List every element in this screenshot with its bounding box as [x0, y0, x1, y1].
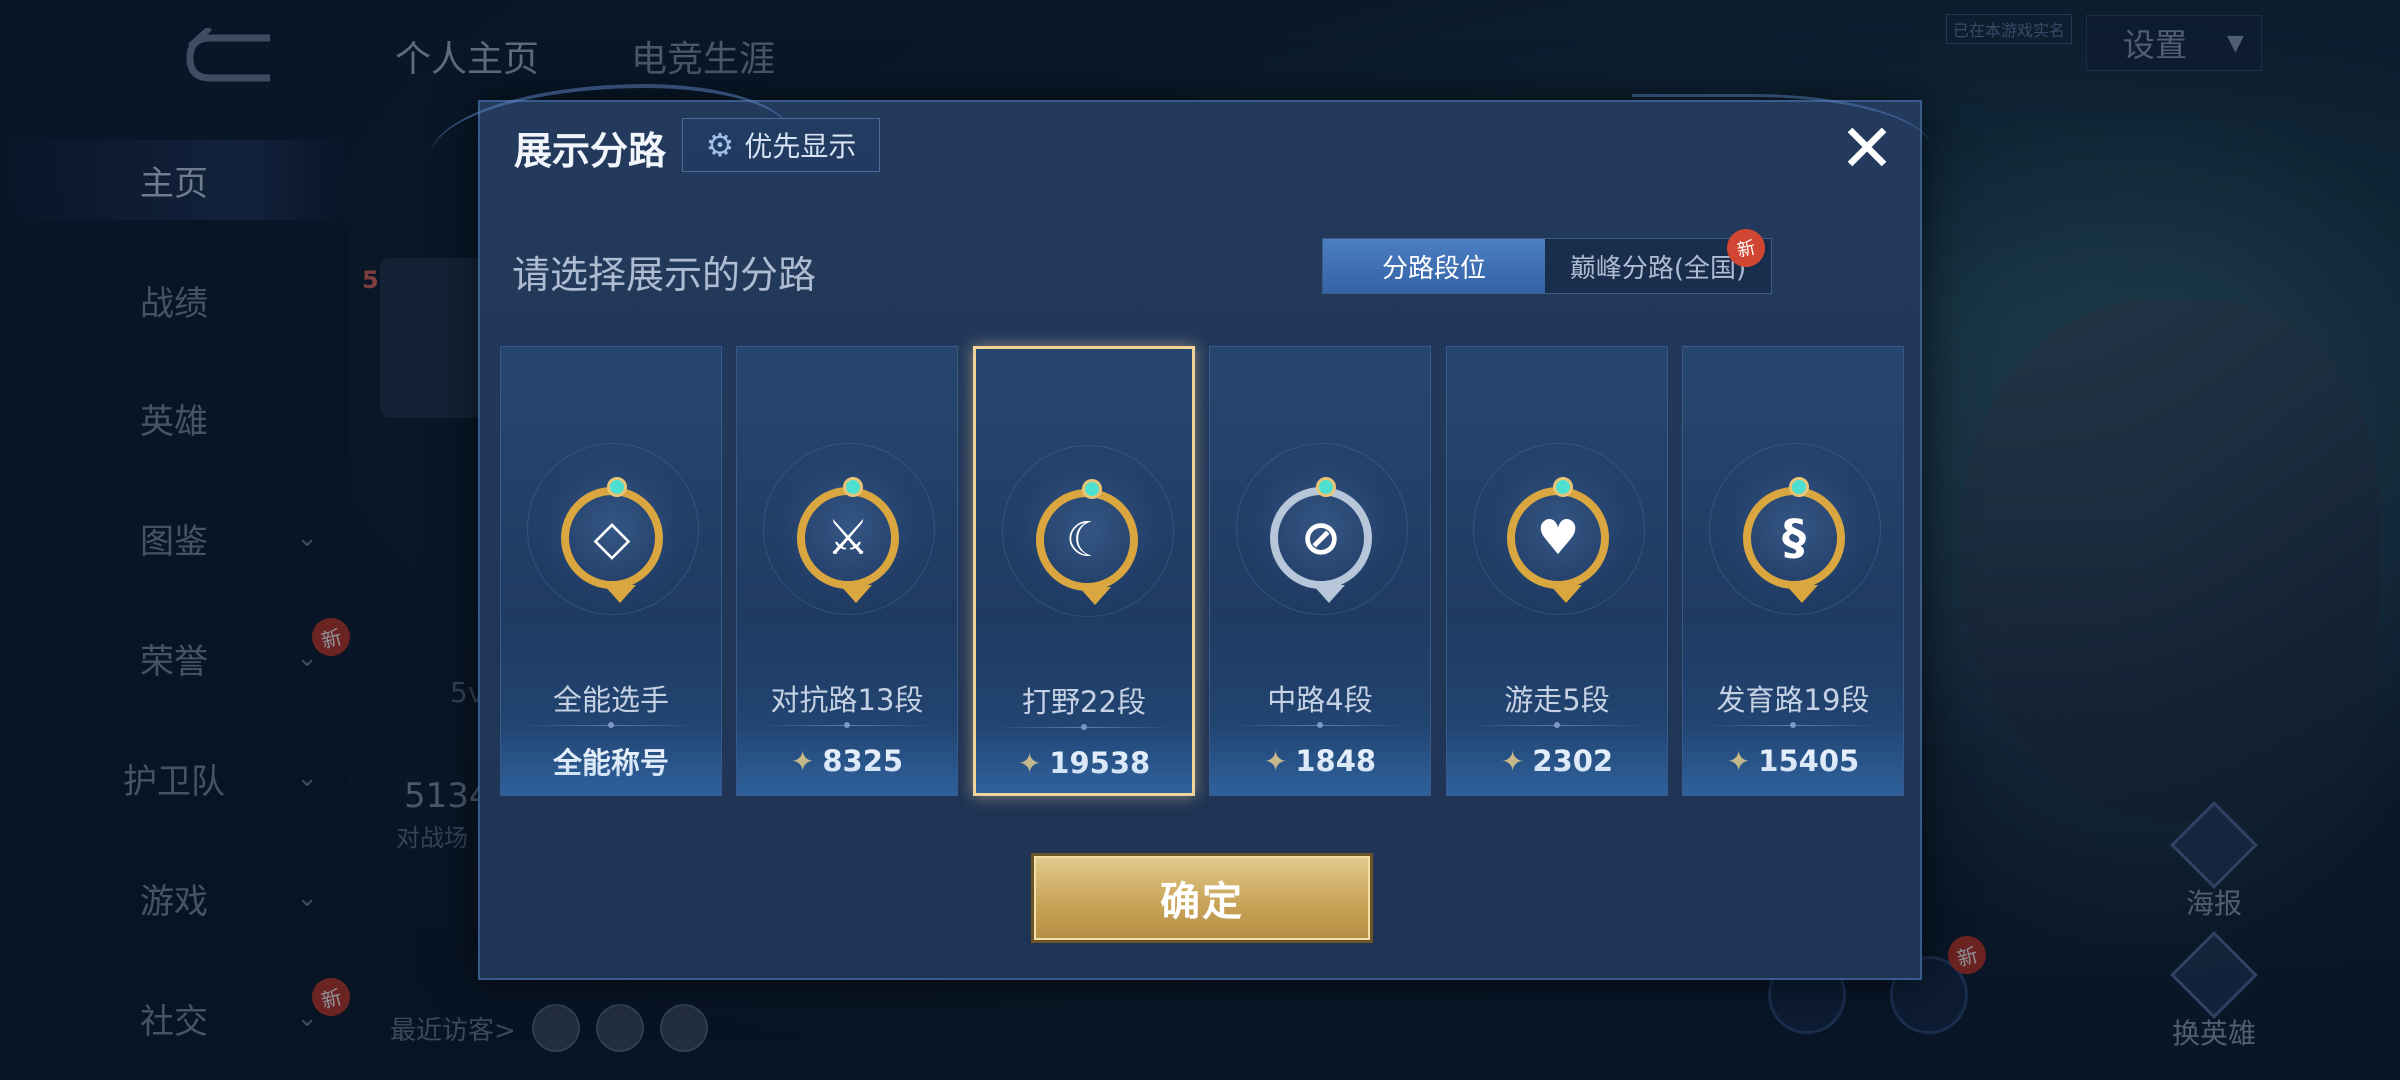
lane-card[interactable]: §发育路19段✦15405 — [1682, 346, 1904, 796]
dialog-subtitle: 请选择展示的分路 — [512, 253, 817, 297]
card-glow — [501, 725, 721, 795]
badge-point — [604, 585, 636, 603]
rank-badge-icon: § — [1743, 477, 1845, 603]
tab-lane-rank-label: 分路段位 — [1381, 253, 1486, 284]
badge-point — [840, 585, 872, 603]
card-glow — [976, 723, 1192, 793]
rank-badge-icon: ☾ — [1036, 479, 1138, 605]
lane-card[interactable]: ⊘中路4段✦1848 — [1209, 346, 1431, 796]
close-icon[interactable]: ✕ — [1832, 114, 1902, 184]
lane-rank-label: 对抗路13段 — [770, 683, 924, 717]
badge-glyph: ◇ — [593, 510, 631, 566]
card-glow — [1683, 725, 1903, 795]
badge-glyph: § — [1782, 510, 1806, 566]
rank-badge-icon: ♥ — [1507, 477, 1609, 603]
badge-glyph: ♥ — [1536, 510, 1580, 566]
tab-peak-lane[interactable]: 巅峰分路(全国) 新 — [1545, 225, 1771, 293]
badge-gem — [1789, 477, 1809, 497]
confirm-button[interactable]: 确定 — [1034, 856, 1370, 940]
rank-badge-icon: ⊘ — [1270, 477, 1372, 603]
lane-rank-label: 游走5段 — [1504, 683, 1610, 717]
priority-display-button[interactable]: ⚙ 优先显示 — [682, 118, 880, 172]
lane-card[interactable]: ⚔对抗路13段✦8325 — [736, 346, 958, 796]
badge-gem — [1316, 477, 1336, 497]
badge-glyph: ⊘ — [1300, 510, 1342, 566]
lane-card[interactable]: ◇全能选手全能称号 — [500, 346, 722, 796]
badge-point — [1550, 585, 1582, 603]
lane-cards: ◇全能选手全能称号⚔对抗路13段✦8325☾打野22段✦19538⊘中路4段✦1… — [500, 346, 1904, 796]
gear-icon: ⚙ — [705, 126, 735, 164]
lane-rank-label: 发育路19段 — [1716, 683, 1870, 717]
ranking-mode-toggle: 分路段位 巅峰分路(全国) 新 — [1322, 225, 1772, 294]
badge-gem — [1553, 477, 1573, 497]
tab-lane-rank[interactable]: 分路段位 — [1323, 239, 1545, 293]
lane-rank-label: 打野22段 — [1022, 685, 1146, 719]
badge-gem — [843, 477, 863, 497]
rank-badge-icon: ◇ — [561, 477, 663, 603]
badge-glyph: ☾ — [1065, 512, 1109, 568]
lane-card[interactable]: ♥游走5段✦2302 — [1446, 346, 1668, 796]
badge-gem — [1082, 479, 1102, 499]
lane-display-dialog: 展示分路 ⚙ 优先显示 ✕ 请选择展示的分路 分路段位 巅峰分路(全国) 新 ◇… — [430, 84, 1932, 980]
card-glow — [1447, 725, 1667, 795]
lane-card[interactable]: ☾打野22段✦19538 — [973, 346, 1195, 796]
badge-glyph: ⚔ — [826, 510, 870, 566]
card-glow — [737, 725, 957, 795]
tab-peak-lane-label: 巅峰分路(全国) — [1569, 253, 1747, 284]
dialog-title: 展示分路 — [514, 129, 667, 173]
lane-rank-label: 中路4段 — [1267, 683, 1373, 717]
badge-gem — [607, 477, 627, 497]
badge-point — [1786, 585, 1818, 603]
priority-display-label: 优先显示 — [744, 130, 857, 163]
badge-point — [1313, 585, 1345, 603]
rank-badge-icon: ⚔ — [797, 477, 899, 603]
card-glow — [1210, 725, 1430, 795]
badge-point — [1079, 587, 1111, 605]
lane-rank-label: 全能选手 — [552, 683, 669, 717]
